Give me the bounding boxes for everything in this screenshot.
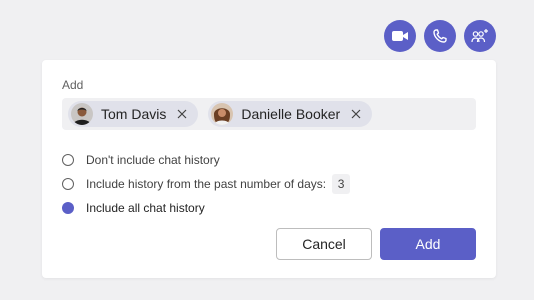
history-option-none[interactable]: Don't include chat history bbox=[62, 148, 350, 172]
cancel-button[interactable]: Cancel bbox=[276, 228, 372, 260]
add-label: Add bbox=[62, 78, 84, 92]
remove-person-icon[interactable] bbox=[350, 108, 362, 120]
person-name: Danielle Booker bbox=[241, 106, 341, 122]
add-people-dialog: Add Tom Davis Danielle Booker Don't incl… bbox=[42, 60, 496, 278]
video-camera-icon bbox=[392, 30, 408, 42]
person-pill[interactable]: Danielle Booker bbox=[208, 101, 373, 127]
header-actions bbox=[384, 20, 496, 52]
person-pill[interactable]: Tom Davis bbox=[68, 101, 199, 127]
option-label: Include all chat history bbox=[86, 201, 205, 215]
avatar bbox=[71, 103, 93, 125]
video-call-button[interactable] bbox=[384, 20, 416, 52]
option-label: Don't include chat history bbox=[86, 153, 220, 167]
person-name: Tom Davis bbox=[101, 106, 167, 122]
audio-call-button[interactable] bbox=[424, 20, 456, 52]
add-people-icon bbox=[471, 28, 489, 44]
radio-button-selected[interactable] bbox=[62, 202, 74, 214]
phone-icon bbox=[433, 29, 447, 43]
add-button[interactable]: Add bbox=[380, 228, 476, 260]
option-label: Include history from the past number of … bbox=[86, 177, 327, 191]
days-input[interactable]: 3 bbox=[332, 174, 351, 194]
history-option-all[interactable]: Include all chat history bbox=[62, 196, 350, 220]
radio-button[interactable] bbox=[62, 154, 74, 166]
chat-history-options: Don't include chat history Include histo… bbox=[62, 148, 351, 220]
people-picker-input[interactable]: Tom Davis Danielle Booker bbox=[62, 98, 476, 130]
history-option-days[interactable]: Include history from the past number of … bbox=[62, 172, 351, 196]
add-people-button[interactable] bbox=[464, 20, 496, 52]
avatar bbox=[211, 103, 234, 125]
radio-button[interactable] bbox=[62, 178, 74, 190]
remove-person-icon[interactable] bbox=[176, 108, 188, 120]
